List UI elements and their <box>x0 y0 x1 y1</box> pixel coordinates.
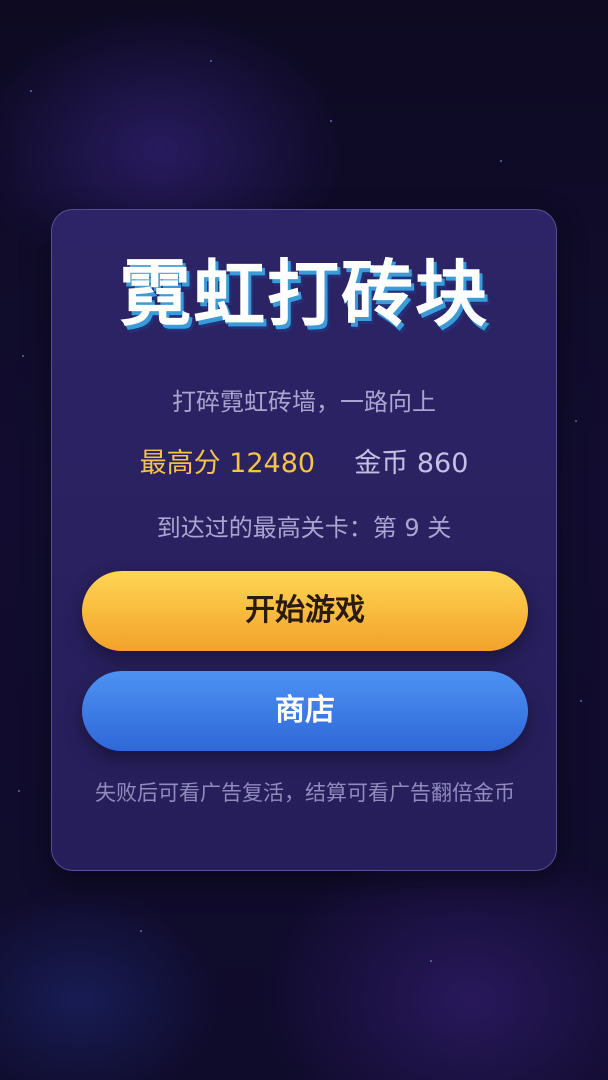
background-star <box>22 355 24 357</box>
background-star <box>430 960 432 962</box>
main-menu-card: 霓虹打砖块 打碎霓虹砖墙，一路向上 最高分 12480 金币 860 到达过的最… <box>51 209 557 871</box>
ad-hint-text: 失败后可看广告复活，结算可看广告翻倍金币 <box>95 781 515 805</box>
background-star <box>18 790 20 792</box>
game-title: 霓虹打砖块 <box>118 252 489 336</box>
stats-row: 最高分 12480 金币 860 <box>52 446 556 482</box>
background-star <box>140 930 142 932</box>
background-star <box>30 90 32 92</box>
max-level-text: 到达过的最高关卡：第 9 关 <box>156 514 452 542</box>
background-star <box>500 160 502 162</box>
coins-label: 金币 <box>354 448 409 479</box>
background-star <box>330 120 332 122</box>
coins-value: 860 <box>416 448 469 479</box>
start-game-button[interactable]: 开始游戏 <box>82 571 528 651</box>
background-star <box>575 420 577 422</box>
high-score-label: 最高分 <box>139 448 221 479</box>
high-score-value: 12480 <box>229 448 316 479</box>
background-star <box>210 60 212 62</box>
shop-button[interactable]: 商店 <box>82 671 528 751</box>
game-subtitle: 打碎霓虹砖墙，一路向上 <box>172 388 436 416</box>
background-star <box>580 700 582 702</box>
